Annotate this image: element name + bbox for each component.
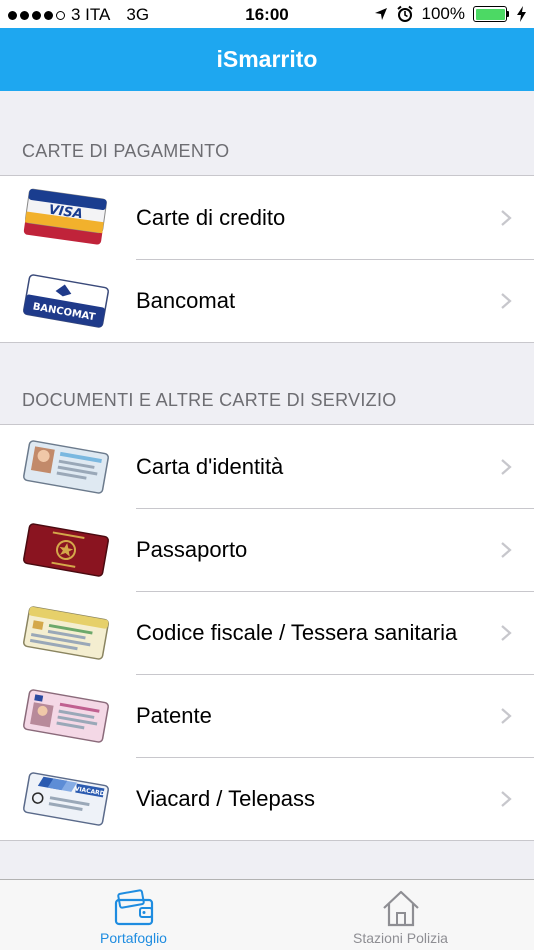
passport-icon (23, 522, 109, 577)
charging-bolt-icon (517, 6, 526, 22)
tab-label: Stazioni Polizia (353, 930, 448, 946)
status-bar: 3 ITA 3G 16:00 100% (0, 0, 534, 28)
documents-group: Carta d'identità Passaporto Codice fisca… (0, 424, 534, 841)
section-header-documents: DOCUMENTI E ALTRE CARTE DI SERVIZIO (22, 390, 397, 410)
list-item-label: Passaporto (136, 536, 248, 562)
list-item-driving-license[interactable]: Patente (0, 674, 534, 757)
navigation-bar: iSmarrito (0, 28, 534, 91)
battery-icon (473, 6, 509, 22)
bancomat-card-icon: BANCOMAT (23, 273, 109, 328)
payment-cards-group: VISA Carte di credito BANCOMAT Bancomat (0, 175, 534, 343)
health-card-icon (23, 605, 109, 660)
chevron-right-icon (501, 790, 512, 807)
identity-card-icon (23, 439, 109, 494)
chevron-right-icon (501, 541, 512, 558)
viacard-icon: VIACARD (23, 771, 109, 826)
tab-bar: Portafoglio Stazioni Polizia (0, 879, 534, 950)
alarm-icon (396, 5, 413, 22)
home-icon (382, 890, 419, 927)
list-item-label: Carte di credito (136, 204, 286, 230)
nav-title: iSmarrito (216, 46, 318, 72)
chevron-right-icon (501, 458, 512, 475)
credit-card-icon: VISA (23, 188, 107, 245)
wallet-icon (114, 889, 153, 926)
list-item-label: Viacard / Telepass (136, 785, 315, 811)
chevron-right-icon (501, 624, 512, 641)
tab-portafoglio[interactable]: Portafoglio (0, 880, 267, 950)
location-arrow-icon (374, 8, 387, 20)
list-item-label: Carta d'identità (136, 453, 284, 479)
list-item-viacard[interactable]: VIACARD Viacard / Telepass (0, 757, 534, 840)
chevron-right-icon (501, 707, 512, 724)
list-item-credit-cards[interactable]: VISA Carte di credito (0, 176, 534, 259)
list-item-passport[interactable]: Passaporto (0, 508, 534, 591)
status-right: 100% (374, 4, 526, 24)
list-item-label: Bancomat (136, 287, 236, 313)
battery-percentage: 100% (421, 4, 465, 23)
tab-label: Portafoglio (100, 930, 167, 946)
driving-license-icon (23, 688, 109, 743)
section-header-payment: CARTE DI PAGAMENTO (22, 141, 230, 161)
list-item-health-card[interactable]: Codice fiscale / Tessera sanitaria (0, 591, 534, 674)
chevron-right-icon (501, 209, 512, 226)
tab-stazioni-polizia[interactable]: Stazioni Polizia (267, 880, 534, 950)
chevron-right-icon (501, 292, 512, 309)
list-item-label: Codice fiscale / Tessera sanitaria (136, 619, 458, 645)
list-item-label: Patente (136, 702, 212, 728)
list-item-identity-card[interactable]: Carta d'identità (0, 425, 534, 508)
list-item-bancomat[interactable]: BANCOMAT Bancomat (0, 259, 534, 342)
